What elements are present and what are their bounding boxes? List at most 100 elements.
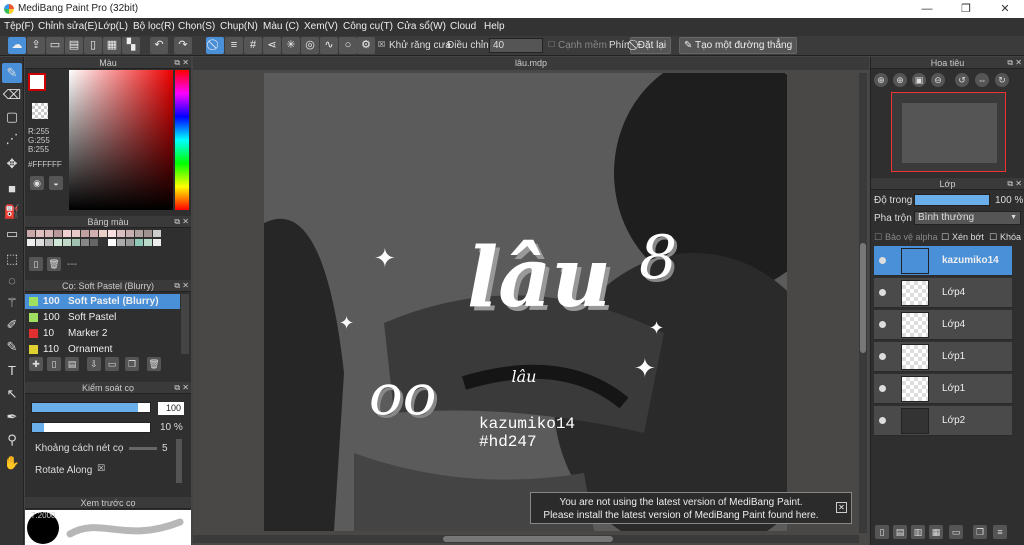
navigator-thumbnail[interactable] — [891, 92, 1006, 172]
document-tab[interactable]: lâu.mdp — [193, 57, 869, 70]
palette-swatch[interactable] — [126, 230, 134, 237]
palette-swatch[interactable] — [72, 230, 80, 237]
snap-parallel-icon[interactable]: ≡ — [225, 37, 243, 54]
new-folder-icon[interactable]: ▭ — [949, 525, 963, 539]
brush-import-icon[interactable]: ⇩ — [87, 357, 101, 371]
zoom-in-icon[interactable]: ⊕ — [874, 73, 888, 87]
lock-checkbox[interactable]: ☐ — [989, 232, 997, 243]
brush-clone-icon[interactable]: ❐ — [125, 357, 139, 371]
panel-close-icon[interactable]: ⧉ ✕ — [174, 216, 189, 228]
layer-row[interactable]: Lớp4 — [874, 310, 1012, 340]
brush-folder-icon[interactable]: ▭ — [105, 357, 119, 371]
grid-view-icon[interactable]: ▚ — [122, 37, 140, 54]
panel-close-icon[interactable]: ⧉ ✕ — [1007, 178, 1022, 190]
reset-button[interactable]: ⃠ Đặt lại — [630, 37, 672, 54]
palette-swatch[interactable] — [153, 239, 161, 246]
eraser-tool-icon[interactable]: ⌫ — [2, 85, 22, 105]
select-rect-tool-icon[interactable]: ⬚ — [2, 249, 22, 269]
lasso-tool-icon[interactable]: ◌ — [2, 271, 22, 291]
palette-swatch[interactable] — [108, 230, 116, 237]
fill-shape-tool-icon[interactable]: ■ — [2, 179, 22, 199]
palette-swatch[interactable] — [90, 239, 98, 246]
brush-control-scrollbar[interactable] — [176, 439, 182, 483]
smooth-checkbox[interactable]: ☐ — [548, 40, 555, 49]
palette-swatch[interactable] — [99, 230, 107, 237]
palette-swatch[interactable] — [36, 230, 44, 237]
layer-opacity-slider[interactable] — [914, 194, 990, 206]
magic-wand-tool-icon[interactable]: ⚚ — [2, 293, 22, 313]
panel-close-icon[interactable]: ⧉ ✕ — [174, 57, 189, 69]
layer-row[interactable]: Lớp2 — [874, 406, 1012, 436]
rotate-right-icon[interactable]: ↻ — [995, 73, 1009, 87]
menu-capture[interactable]: Chụp(N) — [220, 21, 258, 32]
new-1bit-layer-icon[interactable]: ▦ — [929, 525, 943, 539]
palette-swatch[interactable] — [27, 239, 35, 246]
menu-tools[interactable]: Công cụ(T) — [343, 21, 393, 32]
palette-swatch[interactable] — [99, 239, 107, 246]
gradient-tool-icon[interactable]: ▭ — [2, 224, 22, 244]
saturation-value-picker[interactable] — [69, 70, 173, 210]
brush-item[interactable]: 10 Marker 2 — [25, 326, 180, 341]
notification-close-icon[interactable]: ✕ — [836, 502, 847, 513]
close-icon[interactable]: ✕ — [998, 2, 1012, 16]
brush-size-value[interactable]: 100 — [158, 402, 184, 415]
visibility-eye-icon[interactable] — [879, 321, 886, 328]
vertical-scrollbar[interactable] — [859, 73, 867, 533]
palette-swatch[interactable] — [144, 230, 152, 237]
brush-tool-icon[interactable]: ✎ — [2, 63, 22, 83]
palette-swatch[interactable] — [117, 230, 125, 237]
palette-swatches[interactable] — [27, 230, 177, 254]
visibility-eye-icon[interactable] — [879, 353, 886, 360]
vertical-scroll-thumb[interactable] — [860, 243, 866, 353]
export-icon[interactable]: ⇪ — [27, 37, 45, 54]
menu-view[interactable]: Xem(V) — [304, 21, 338, 32]
visibility-eye-icon[interactable] — [879, 417, 886, 424]
rotate-left-icon[interactable]: ↺ — [955, 73, 969, 87]
layer-row[interactable]: Lớp1 — [874, 342, 1012, 372]
maximize-icon[interactable]: ❐ — [959, 2, 973, 16]
menu-window[interactable]: Cửa sổ(W) — [397, 21, 446, 32]
palette-swatch[interactable] — [144, 239, 152, 246]
snap-off-icon[interactable]: ⃠ — [206, 37, 224, 54]
brush-delete-icon[interactable]: 🗑 — [147, 357, 161, 371]
snap-circle-icon[interactable]: ◎ — [301, 37, 319, 54]
zoom-out-icon[interactable]: ⊖ — [931, 73, 945, 87]
zoom-in-alt-icon[interactable]: ⊕ — [893, 73, 907, 87]
menu-color[interactable]: Màu (C) — [263, 21, 299, 32]
horizontal-scrollbar[interactable] — [193, 535, 859, 543]
layer-menu-icon[interactable]: ≡ — [993, 525, 1007, 539]
palette-swatch[interactable] — [108, 239, 116, 246]
menu-file[interactable]: Tệp(F) — [4, 21, 34, 32]
new-halftone-layer-icon[interactable]: ▤ — [893, 525, 907, 539]
panel-close-icon[interactable]: ⧉ ✕ — [174, 280, 189, 292]
duplicate-layer-icon[interactable]: ❐ — [973, 525, 987, 539]
foreground-color-swatch[interactable] — [28, 73, 46, 91]
dot-pen-tool-icon[interactable]: ⋰ — [2, 129, 22, 149]
menu-cloud[interactable]: Cloud — [450, 21, 476, 32]
notification-line-2[interactable]: Please install the latest version of Med… — [531, 510, 831, 521]
brush-item[interactable]: 110 Ornament — [25, 342, 180, 354]
hue-slider[interactable] — [175, 70, 189, 210]
alpha-protect-checkbox[interactable]: ☐ — [874, 232, 882, 243]
layer-row[interactable]: Lớp1 — [874, 374, 1012, 404]
brush-size-slider[interactable] — [31, 402, 151, 413]
rectangle-tool-icon[interactable]: ▢ — [2, 107, 22, 127]
palette-swatch[interactable] — [36, 239, 44, 246]
cloud-icon[interactable]: ☁ — [8, 37, 26, 54]
operation-tool-icon[interactable]: ↖ — [2, 384, 22, 404]
palette-swatch[interactable] — [90, 230, 98, 237]
new-palette-icon[interactable]: ▯ — [29, 257, 43, 271]
new-layer-icon[interactable]: ▯ — [875, 525, 889, 539]
palette-swatch[interactable] — [45, 239, 53, 246]
brush-item[interactable]: 100 Soft Pastel — [25, 310, 180, 325]
menu-filter[interactable]: Bộ lọc(R) — [133, 21, 175, 32]
brush-opacity-slider[interactable] — [31, 422, 151, 433]
flip-icon[interactable]: ⇔ — [975, 73, 989, 87]
horizontal-scroll-thumb[interactable] — [443, 536, 613, 542]
snap-curve-icon[interactable]: ∿ — [320, 37, 338, 54]
color-mixer-icon[interactable]: ◒ — [49, 176, 63, 190]
visibility-eye-icon[interactable] — [879, 385, 886, 392]
select-pen-tool-icon[interactable]: ✐ — [2, 315, 22, 335]
brush-list-scrollbar[interactable] — [181, 294, 189, 354]
settings-gear-icon[interactable]: ⚙ — [357, 37, 375, 54]
